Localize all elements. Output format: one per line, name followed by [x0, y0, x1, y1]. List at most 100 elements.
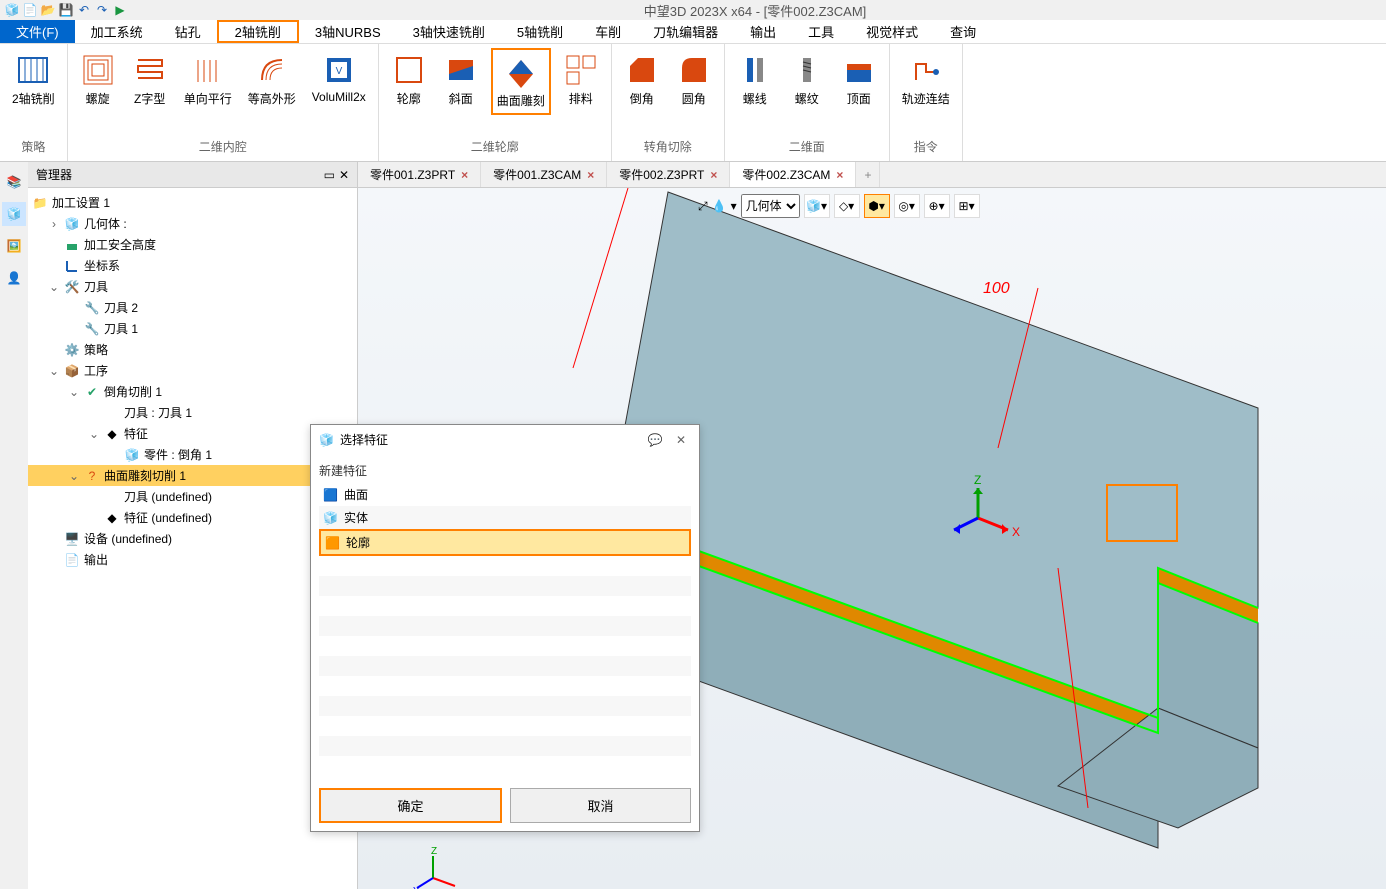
ribbon-nesting[interactable]: 排料: [559, 48, 603, 111]
undo-icon[interactable]: ↶: [76, 2, 92, 18]
svg-text:V: V: [335, 66, 342, 77]
menu-item-8[interactable]: 输出: [734, 20, 792, 43]
ribbon-helix[interactable]: 螺线: [733, 48, 777, 111]
menu-bar: 文件(F) 加工系统 钻孔 2轴铣削 3轴NURBS 3轴快速铣削 5轴铣削 车…: [0, 20, 1386, 44]
ribbon-oneway[interactable]: 单向平行: [180, 48, 236, 111]
manager-collapse-icon[interactable]: ▭: [324, 168, 335, 182]
feature-solid[interactable]: 🧊实体: [319, 506, 691, 529]
safe-icon: [64, 237, 80, 253]
contour-z-icon: [254, 52, 290, 88]
menu-item-7[interactable]: 刀轨编辑器: [637, 20, 734, 43]
tree-op2-feat[interactable]: ◆特征 (undefined): [28, 507, 357, 528]
vt-mode-select[interactable]: 几何体: [741, 194, 800, 218]
svg-text:Z: Z: [431, 846, 437, 857]
ok-button[interactable]: 确定: [319, 788, 502, 823]
doctab-1[interactable]: 零件001.Z3CAM×: [481, 162, 607, 187]
tree-root[interactable]: 📁加工设置 1: [28, 192, 357, 213]
vt-cube-icon[interactable]: 🧊▾: [804, 194, 830, 218]
folder-icon: 📁: [32, 195, 48, 211]
dialog-help-icon[interactable]: 💬: [645, 432, 665, 448]
ribbon-chamfer[interactable]: 倒角: [620, 48, 664, 111]
play-icon[interactable]: ▶: [112, 2, 128, 18]
redo-icon[interactable]: ↷: [94, 2, 110, 18]
lb-cube-icon[interactable]: 🧊: [2, 202, 26, 226]
tree-geom[interactable]: ›🧊几何体 :: [28, 213, 357, 234]
fillet-icon: [676, 52, 712, 88]
dialog-titlebar[interactable]: 🧊 选择特征 💬 ✕: [311, 425, 699, 454]
menu-item-5[interactable]: 5轴铣削: [501, 20, 579, 43]
ribbon-ramp[interactable]: 斜面: [439, 48, 483, 111]
surface-icon: 🟦: [323, 488, 338, 502]
doctab-3[interactable]: 零件002.Z3CAM×: [730, 162, 856, 187]
tree-ops[interactable]: ⌄📦工序: [28, 360, 357, 381]
dialog-close-icon[interactable]: ✕: [671, 432, 691, 448]
doctab-2[interactable]: 零件002.Z3PRT×: [607, 162, 730, 187]
feature-profile[interactable]: 🟧轮廓: [319, 529, 691, 556]
close-tab-icon[interactable]: ×: [836, 168, 843, 182]
close-tab-icon[interactable]: ×: [587, 168, 594, 182]
ribbon-zigzag[interactable]: Z字型: [128, 48, 172, 111]
tree-device[interactable]: 🖥️设备 (undefined): [28, 528, 357, 549]
menu-file[interactable]: 文件(F): [0, 20, 75, 43]
tree-strategy[interactable]: ⚙️策略: [28, 339, 357, 360]
ribbon-group-corner: 倒角 圆角 转角切除: [612, 44, 725, 161]
ribbon-fillet[interactable]: 圆角: [672, 48, 716, 111]
add-tab[interactable]: +: [856, 162, 880, 187]
device-icon: 🖥️: [64, 531, 80, 547]
ribbon-thread[interactable]: 螺纹: [785, 48, 829, 111]
vt-plane-icon[interactable]: ⊞▾: [954, 194, 980, 218]
tree-output[interactable]: 📄输出: [28, 549, 357, 570]
viewport-highlight: [1106, 484, 1178, 542]
feature-surface[interactable]: 🟦曲面: [319, 483, 691, 506]
engrave-icon: [503, 54, 539, 90]
vt-circle-icon[interactable]: ◎▾: [894, 194, 920, 218]
save-icon[interactable]: 💾: [58, 2, 74, 18]
lb-user-icon[interactable]: 👤: [2, 266, 26, 290]
menu-item-1[interactable]: 钻孔: [159, 20, 217, 43]
cancel-button[interactable]: 取消: [510, 788, 691, 823]
ribbon-link-path[interactable]: 轨迹连结: [898, 48, 954, 111]
menu-item-6[interactable]: 车削: [579, 20, 637, 43]
ribbon-surface-engrave[interactable]: 曲面雕刻: [491, 48, 551, 115]
tree-op1-tool[interactable]: 刀具 : 刀具 1: [28, 402, 357, 423]
ribbon-contour-z[interactable]: 等高外形: [244, 48, 300, 111]
tree-op1[interactable]: ⌄✔倒角切削 1: [28, 381, 357, 402]
ribbon-spiral[interactable]: 螺旋: [76, 48, 120, 111]
vt-wire-icon[interactable]: ◇▾: [834, 194, 860, 218]
menu-item-3[interactable]: 3轴NURBS: [299, 20, 397, 43]
ribbon-profile[interactable]: 轮廓: [387, 48, 431, 111]
menu-item-11[interactable]: 查询: [934, 20, 992, 43]
ribbon-top-face[interactable]: 顶面: [837, 48, 881, 111]
new-icon[interactable]: 📄: [22, 2, 38, 18]
tree-tool1[interactable]: 🔧刀具 1: [28, 318, 357, 339]
tree-tool2[interactable]: 🔧刀具 2: [28, 297, 357, 318]
manager-close-icon[interactable]: ✕: [339, 168, 349, 182]
tree-op1-part[interactable]: 🧊零件 : 倒角 1: [28, 444, 357, 465]
svg-text:X: X: [1012, 525, 1020, 539]
vt-drop-icon[interactable]: 💧: [712, 199, 727, 213]
menu-item-2[interactable]: 2轴铣削: [217, 20, 299, 43]
vt-render-icon[interactable]: ⬢▾: [864, 194, 890, 218]
menu-item-0[interactable]: 加工系统: [75, 20, 159, 43]
profile-icon: [391, 52, 427, 88]
vt-palette-icon[interactable]: ▾: [731, 199, 737, 213]
vt-target-icon[interactable]: ⊕▾: [924, 194, 950, 218]
tree-tools[interactable]: ⌄🛠️刀具: [28, 276, 357, 297]
open-icon[interactable]: 📂: [40, 2, 56, 18]
close-tab-icon[interactable]: ×: [461, 168, 468, 182]
doctab-0[interactable]: 零件001.Z3PRT×: [358, 162, 481, 187]
ribbon-volumill[interactable]: VVoluMill2x: [308, 48, 370, 108]
tree-safe[interactable]: 加工安全高度: [28, 234, 357, 255]
vt-expand-icon[interactable]: ⤢: [698, 199, 708, 214]
menu-item-10[interactable]: 视觉样式: [850, 20, 934, 43]
ribbon-2axis-mill[interactable]: 2轴铣削: [8, 48, 59, 111]
lb-layers-icon[interactable]: 📚: [2, 170, 26, 194]
tree-op2[interactable]: ⌄?曲面雕刻切削 1: [28, 465, 357, 486]
lb-visual-icon[interactable]: 🖼️: [2, 234, 26, 258]
tree-op2-tool[interactable]: 刀具 (undefined): [28, 486, 357, 507]
tree-op1-feat[interactable]: ⌄◆特征: [28, 423, 357, 444]
tree-coord[interactable]: 坐标系: [28, 255, 357, 276]
menu-item-9[interactable]: 工具: [792, 20, 850, 43]
close-tab-icon[interactable]: ×: [710, 168, 717, 182]
menu-item-4[interactable]: 3轴快速铣削: [397, 20, 501, 43]
